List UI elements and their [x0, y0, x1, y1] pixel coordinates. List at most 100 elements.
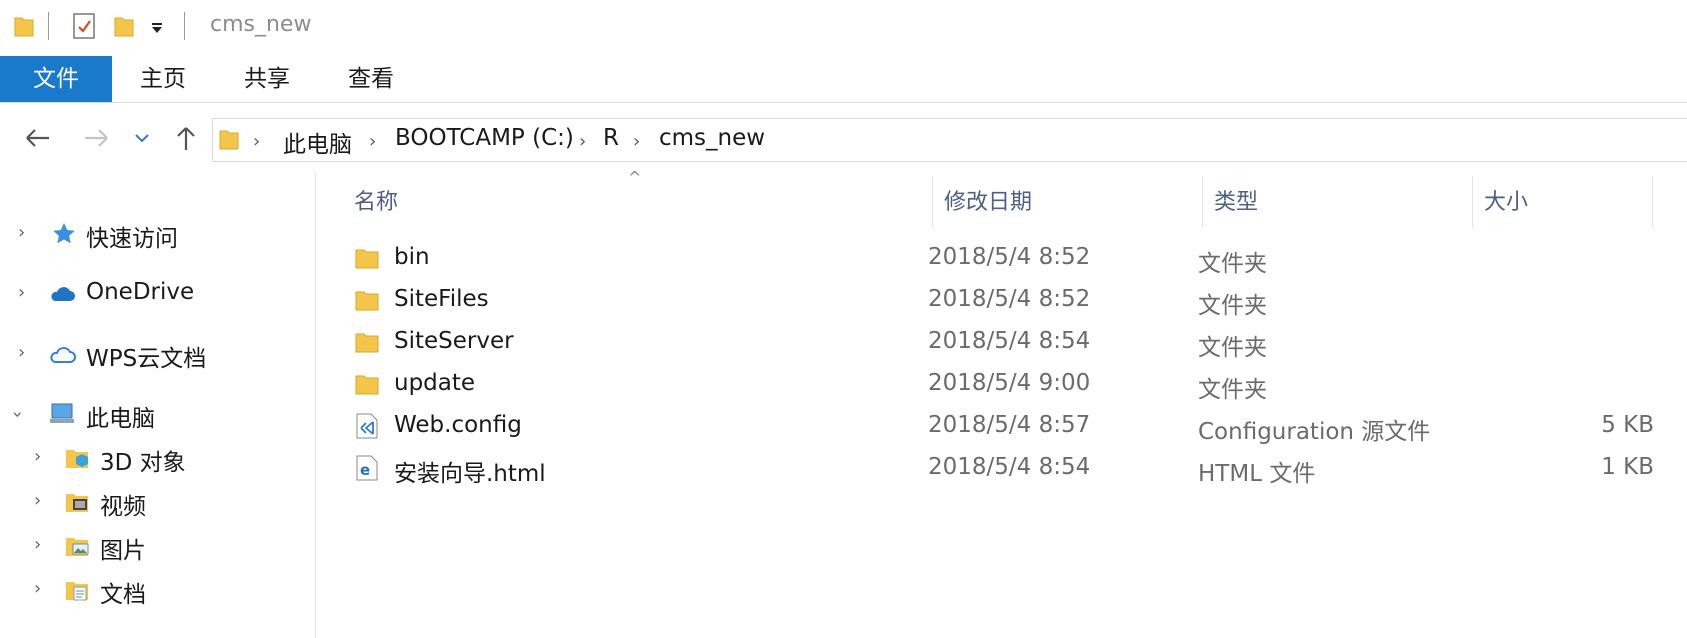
cloud-icon: [51, 287, 75, 301]
expand-chevron-icon[interactable]: ›: [34, 578, 41, 599]
tab-home[interactable]: 主页: [124, 56, 202, 102]
breadcrumb-r[interactable]: R: [603, 125, 619, 151]
nav-item-wps-cloud[interactable]: › WPS云文档: [0, 334, 316, 374]
file-type: Configuration 源文件: [1198, 419, 1431, 445]
folder-icon: [355, 375, 379, 395]
title-bar: cms_new: [0, 0, 1687, 52]
3d-objects-icon: [66, 450, 88, 468]
breadcrumb-cms-new[interactable]: cms_new: [659, 125, 765, 151]
tab-file[interactable]: 文件: [0, 56, 112, 102]
nav-item-quick-access[interactable]: › 快速访问: [0, 214, 316, 254]
back-button[interactable]: [22, 122, 54, 154]
expand-chevron-icon[interactable]: ›: [18, 222, 25, 243]
column-divider[interactable]: [932, 176, 933, 228]
file-row-web-config[interactable]: Web.config 2018/5/4 8:57 Configuration 源…: [342, 406, 1672, 448]
tab-share[interactable]: 共享: [228, 56, 306, 102]
new-folder-icon[interactable]: [114, 14, 134, 38]
forward-button[interactable]: [80, 122, 112, 154]
pictures-folder-icon: [66, 538, 89, 556]
file-date: 2018/5/4 8:52: [928, 286, 1091, 312]
file-date: 2018/5/4 9:00: [928, 370, 1091, 396]
tab-view[interactable]: 查看: [332, 56, 410, 102]
sort-ascending-icon: ^: [628, 168, 642, 187]
file-type: HTML 文件: [1198, 461, 1316, 487]
toolbar-separator: [184, 12, 185, 40]
nav-label: 此电脑: [86, 406, 155, 432]
video-folder-icon: [66, 494, 88, 512]
nav-label: 文档: [100, 582, 146, 608]
file-type: 文件夹: [1198, 293, 1267, 319]
file-date: 2018/5/4 8:54: [928, 454, 1091, 480]
file-row-setup-html[interactable]: e 安装向导.html 2018/5/4 8:54 HTML 文件 1 KB: [342, 448, 1672, 490]
file-name: SiteServer: [394, 328, 514, 354]
chevron-down-icon: [135, 134, 149, 143]
nav-label: 图片: [100, 538, 146, 564]
chevron-right-icon[interactable]: ›: [253, 131, 260, 152]
cloud-outline-icon: [50, 347, 76, 363]
file-name: Web.config: [394, 412, 522, 438]
expand-chevron-icon[interactable]: ›: [34, 490, 41, 511]
nav-item-pictures[interactable]: › 图片: [0, 526, 316, 566]
documents-folder-icon: [66, 582, 88, 601]
computer-icon: [50, 403, 74, 423]
config-file-icon: [356, 413, 378, 439]
star-icon: [53, 223, 75, 244]
file-list: ^ 名称 修改日期 类型 大小 bin 2018/5/4 8:52 文件夹 Si…: [316, 168, 1687, 638]
column-header-date[interactable]: 修改日期: [944, 184, 1032, 216]
breadcrumb-drive[interactable]: BOOTCAMP (C:): [395, 125, 574, 151]
chevron-right-icon[interactable]: ›: [579, 131, 586, 152]
file-date: 2018/5/4 8:54: [928, 328, 1091, 354]
back-arrow-icon: [26, 129, 49, 147]
file-row-bin[interactable]: bin 2018/5/4 8:52 文件夹: [342, 238, 1672, 280]
expand-chevron-icon[interactable]: ›: [18, 282, 25, 303]
column-divider[interactable]: [1652, 176, 1653, 228]
svg-text:e: e: [360, 461, 370, 479]
folder-icon[interactable]: [14, 14, 34, 38]
chevron-right-icon[interactable]: ›: [369, 131, 376, 152]
breadcrumb-this-pc[interactable]: 此电脑: [283, 125, 352, 159]
column-divider[interactable]: [1472, 176, 1473, 228]
recent-locations-button[interactable]: [130, 122, 154, 154]
expand-chevron-icon[interactable]: ›: [34, 446, 41, 467]
column-header-name[interactable]: 名称: [354, 184, 398, 216]
ribbon-tabs: 文件 主页 共享 查看: [0, 56, 1687, 103]
properties-icon[interactable]: [72, 12, 96, 40]
expand-chevron-icon[interactable]: ›: [18, 342, 25, 363]
nav-label: 快速访问: [86, 226, 178, 252]
folder-icon: [219, 130, 239, 150]
folder-icon: [355, 291, 379, 311]
file-name: bin: [394, 244, 430, 270]
file-size: 1 KB: [1601, 454, 1654, 480]
expand-chevron-icon[interactable]: ›: [34, 534, 41, 555]
address-bar[interactable]: › 此电脑 › BOOTCAMP (C:) › R › cms_new: [212, 118, 1687, 162]
nav-label: 3D 对象: [100, 450, 186, 476]
collapse-chevron-icon[interactable]: ›: [7, 411, 28, 418]
nav-label: WPS云文档: [86, 346, 207, 372]
toolbar-separator: [48, 12, 49, 40]
column-header-type[interactable]: 类型: [1214, 184, 1258, 216]
file-type: 文件夹: [1198, 251, 1267, 277]
nav-item-documents[interactable]: › 文档: [0, 570, 316, 610]
file-type: 文件夹: [1198, 377, 1267, 403]
nav-item-videos[interactable]: › 视频: [0, 482, 316, 522]
navigation-pane: › 快速访问 › OneDrive › WPS云文档 › 此电脑 › 3D 对象: [0, 172, 316, 638]
file-row-sitefiles[interactable]: SiteFiles 2018/5/4 8:52 文件夹: [342, 280, 1672, 322]
customize-dropdown-icon[interactable]: [150, 22, 166, 34]
file-name: update: [394, 370, 476, 396]
chevron-right-icon[interactable]: ›: [633, 131, 640, 152]
nav-item-3d-objects[interactable]: › 3D 对象: [0, 438, 316, 478]
html-file-icon: e: [356, 455, 378, 481]
column-header-size[interactable]: 大小: [1484, 184, 1528, 216]
column-divider[interactable]: [1202, 176, 1203, 228]
file-date: 2018/5/4 8:52: [928, 244, 1091, 270]
up-button[interactable]: [170, 122, 202, 154]
file-row-update[interactable]: update 2018/5/4 9:00 文件夹: [342, 364, 1672, 406]
nav-item-this-pc[interactable]: › 此电脑: [0, 394, 316, 434]
folder-icon: [355, 333, 379, 353]
file-name: SiteFiles: [394, 286, 489, 312]
nav-item-onedrive[interactable]: › OneDrive: [0, 274, 316, 314]
file-row-siteserver[interactable]: SiteServer 2018/5/4 8:54 文件夹: [342, 322, 1672, 364]
up-arrow-icon: [177, 127, 195, 150]
file-date: 2018/5/4 8:57: [928, 412, 1091, 438]
file-type: 文件夹: [1198, 335, 1267, 361]
